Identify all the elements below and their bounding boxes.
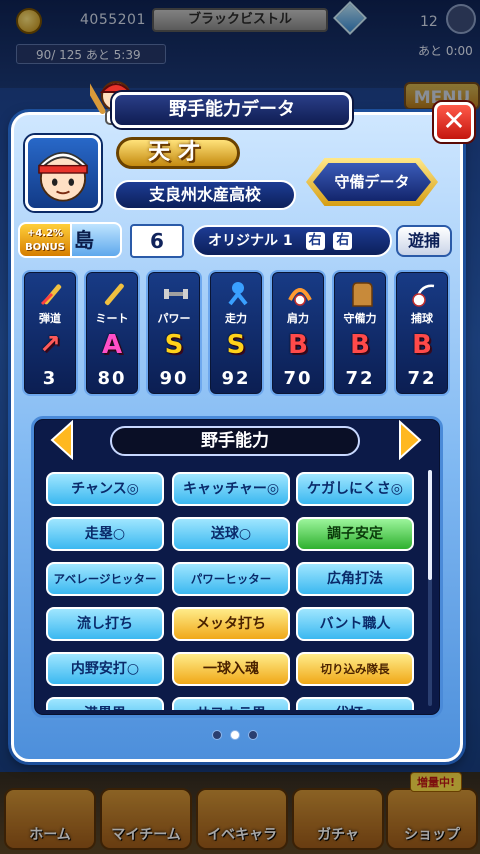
stat-grade: ↗ xyxy=(39,330,61,360)
stat-value: 72 xyxy=(345,368,375,389)
stat-card-catching: 捕球 B 72 xyxy=(394,270,450,396)
ability-chip[interactable]: 広角打法 xyxy=(296,562,414,596)
throwing-ball-icon xyxy=(288,288,312,306)
defense-data-button[interactable]: 守備データ xyxy=(306,158,438,206)
stat-card-trajectory: 弾道 ↗ 3 xyxy=(22,270,78,396)
ability-chip[interactable]: メッタ打ち xyxy=(172,607,290,641)
stat-name: 守備力 xyxy=(343,312,377,325)
stat-name: パワー xyxy=(157,312,191,325)
stat-name: 弾道 xyxy=(39,312,61,325)
island-label: 島 xyxy=(70,222,122,258)
stat-grade: B xyxy=(350,330,370,360)
throws-hand-tag: 右 xyxy=(305,232,325,250)
stat-grade: B xyxy=(412,330,432,360)
page-indicator xyxy=(212,730,272,742)
stat-card-fielding: 守備力 B 72 xyxy=(332,270,388,396)
bonus-badge: +4.2% BONUS xyxy=(18,222,72,258)
stat-value: 90 xyxy=(159,368,189,389)
stat-value: 72 xyxy=(407,368,437,389)
player-avatar xyxy=(25,135,101,211)
school-name: 支良州水産高校 xyxy=(114,180,296,210)
defense-button-label: 守備データ xyxy=(313,163,431,201)
ability-chip[interactable]: サヨナラ男 xyxy=(172,697,290,710)
ability-chip[interactable]: 切り込み隊長 xyxy=(296,652,414,686)
stat-card-arm: 肩力 B 70 xyxy=(270,270,326,396)
jersey-number: 6 xyxy=(130,224,184,258)
stat-value: 3 xyxy=(42,368,58,389)
catch-ball-icon xyxy=(412,284,435,307)
ability-chip[interactable]: 代打○ xyxy=(296,697,414,710)
stat-card-power: パワー S 90 xyxy=(146,270,202,396)
page-dot[interactable] xyxy=(248,730,258,740)
bonus-label: BONUS xyxy=(25,242,65,253)
ability-chip[interactable]: キャッチャー◎ xyxy=(172,472,290,506)
stat-grade: A xyxy=(101,330,123,360)
stat-value: 92 xyxy=(221,368,251,389)
dumbbell-icon xyxy=(164,289,188,299)
ability-chip[interactable]: バント職人 xyxy=(296,607,414,641)
stat-card-speed: 走力 S 92 xyxy=(208,270,264,396)
stat-card-meet: ミート A 80 xyxy=(84,270,140,396)
stat-name: 捕球 xyxy=(411,312,433,325)
bats-hand-tag: 右 xyxy=(333,232,353,250)
ability-chip[interactable]: ケガしにくさ◎ xyxy=(296,472,414,506)
page-dot-active[interactable] xyxy=(230,730,240,740)
ability-chip[interactable]: 送球○ xyxy=(172,517,290,551)
close-button[interactable]: ✕ xyxy=(434,102,474,142)
ability-chip[interactable]: 走塁○ xyxy=(46,517,164,551)
stat-value: 70 xyxy=(283,368,313,389)
ability-chip[interactable]: 一球入魂 xyxy=(172,652,290,686)
ability-scroll-thumb[interactable] xyxy=(428,470,432,580)
player-name-plate: オリジナル 1 右 右 xyxy=(192,225,392,257)
stat-grade: S xyxy=(164,330,184,360)
page-dot[interactable] xyxy=(212,730,222,740)
running-icon xyxy=(228,282,248,306)
stat-grade: S xyxy=(226,330,246,360)
ability-chip[interactable]: 満塁男 xyxy=(46,697,164,710)
abilities-panel-title: 野手能力 xyxy=(110,426,360,456)
arrow-right-icon[interactable] xyxy=(398,420,422,460)
ability-chip[interactable]: 内野安打○ xyxy=(46,652,164,686)
ability-chip[interactable]: アベレージヒッター xyxy=(46,562,164,596)
stat-value: 80 xyxy=(97,368,127,389)
bat-trajectory-icon xyxy=(40,284,62,306)
arrow-left-icon[interactable] xyxy=(50,420,74,460)
stat-name: ミート xyxy=(95,312,129,325)
ability-chip[interactable]: 流し打ち xyxy=(46,607,164,641)
bonus-percent: +4.2% xyxy=(26,228,64,239)
dialog-title: 野手能力データ xyxy=(112,92,352,128)
bat-icon xyxy=(104,283,124,306)
stat-grade: B xyxy=(288,330,308,360)
ability-chip[interactable]: パワーヒッター xyxy=(172,562,290,596)
glove-icon xyxy=(352,282,373,307)
ability-chip[interactable]: チャンス◎ xyxy=(46,472,164,506)
ability-grid: チャンス◎ キャッチャー◎ ケガしにくさ◎ 走塁○ 送球○ 調子安定 アベレージ… xyxy=(40,466,424,710)
rank-label: 天才 xyxy=(116,137,240,169)
ability-chip[interactable]: 調子安定 xyxy=(296,517,414,551)
stat-name: 肩力 xyxy=(287,312,309,325)
player-name: オリジナル 1 xyxy=(208,233,293,249)
stat-name: 走力 xyxy=(225,312,247,325)
position-label: 遊捕 xyxy=(396,225,452,257)
